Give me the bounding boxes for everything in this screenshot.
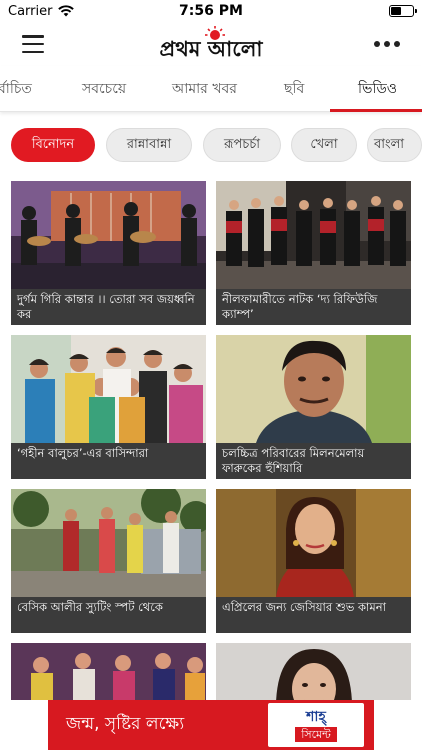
video-thumbnail xyxy=(11,181,206,289)
tab-most[interactable]: সবচেয়ে xyxy=(82,66,126,112)
video-card[interactable]: বেসিক আলীর স্যুটিং স্পট থেকে xyxy=(11,489,206,633)
status-bar: Carrier 7:56 PM xyxy=(0,0,422,22)
ad-brand-logo: শাহ্ সিমেন্ট xyxy=(268,703,364,747)
tab-selected[interactable]: র্বাচিত xyxy=(0,66,32,112)
video-thumbnail xyxy=(216,335,411,443)
video-thumbnail xyxy=(11,489,206,597)
more-options-icon[interactable] xyxy=(374,41,400,47)
chip-entertainment[interactable]: বিনোদন xyxy=(11,128,95,162)
video-thumbnail xyxy=(11,643,206,700)
hamburger-menu-icon[interactable] xyxy=(22,35,44,53)
video-card[interactable]: ‘গহীন বালুচর’-এর বাসিন্দারা xyxy=(11,335,206,479)
status-left: Carrier xyxy=(8,3,75,19)
carrier-label: Carrier xyxy=(8,3,53,19)
video-card[interactable]: চলচ্চিত্র পরিবারের মিলনমেলায় ফারুকের হু… xyxy=(216,335,411,479)
prothom-alo-logo[interactable]: প্রথম আলো xyxy=(135,26,287,62)
tab-photos[interactable]: ছবি xyxy=(284,66,304,112)
wifi-icon xyxy=(58,5,75,17)
battery-icon xyxy=(389,5,417,17)
video-caption: নীলফামারীতে নাটক ‘দ্য রিফিউজি ক্যাম্প’ xyxy=(216,289,411,325)
video-caption: ‘গহীন বালুচর’-এর বাসিন্দারা xyxy=(11,443,206,479)
tab-my-news[interactable]: আমার খবর xyxy=(172,66,237,112)
active-tab-indicator xyxy=(330,109,422,112)
category-chips: বিনোদন রান্নাবান্না রূপচর্চা খেলা বাংলা xyxy=(0,128,422,164)
video-caption: চলচ্চিত্র পরিবারের মিলনমেলায় ফারুকের হু… xyxy=(216,443,411,479)
video-thumbnail xyxy=(216,489,411,597)
ad-banner[interactable]: জন্ম, সৃষ্টির লক্ষ্যে শাহ্ সিমেন্ট xyxy=(48,700,374,750)
ad-text: জন্ম, সৃষ্টির লক্ষ্যে xyxy=(66,714,185,734)
video-card[interactable] xyxy=(11,643,206,700)
video-card[interactable]: এপ্রিলের জন্য জেসিয়ার শুভ কামনা xyxy=(216,489,411,633)
video-thumbnail xyxy=(216,181,411,289)
video-card[interactable]: নীলফামারীতে নাটক ‘দ্য রিফিউজি ক্যাম্প’ xyxy=(216,181,411,325)
chip-bangla[interactable]: বাংলা xyxy=(367,128,422,162)
chip-sports[interactable]: খেলা xyxy=(291,128,357,162)
video-thumbnail xyxy=(11,335,206,443)
video-caption: দুর্গম গিরি কান্তার ।। তোরা সব জয়ধ্বনি … xyxy=(11,289,206,325)
ad-brand-product: সিমেন্ট xyxy=(295,726,337,742)
app-header: প্রথম আলো xyxy=(0,22,422,66)
video-thumbnail xyxy=(216,643,411,700)
logo-text: প্রথম আলো xyxy=(160,37,264,61)
section-tabs: র্বাচিত সবচেয়ে আমার খবর ছবি ভিডিও xyxy=(0,66,422,112)
chip-beauty[interactable]: রূপচর্চা xyxy=(203,128,281,162)
ad-brand-name: শাহ্ xyxy=(306,708,326,725)
tab-video[interactable]: ভিডিও xyxy=(358,66,397,112)
video-card[interactable]: দুর্গম গিরি কান্তার ।। তোরা সব জয়ধ্বনি … xyxy=(11,181,206,325)
video-caption: এপ্রিলের জন্য জেসিয়ার শুভ কামনা xyxy=(216,597,411,633)
video-caption: বেসিক আলীর স্যুটিং স্পট থেকে xyxy=(11,597,206,633)
video-card[interactable] xyxy=(216,643,411,700)
chip-cooking[interactable]: রান্নাবান্না xyxy=(106,128,192,162)
